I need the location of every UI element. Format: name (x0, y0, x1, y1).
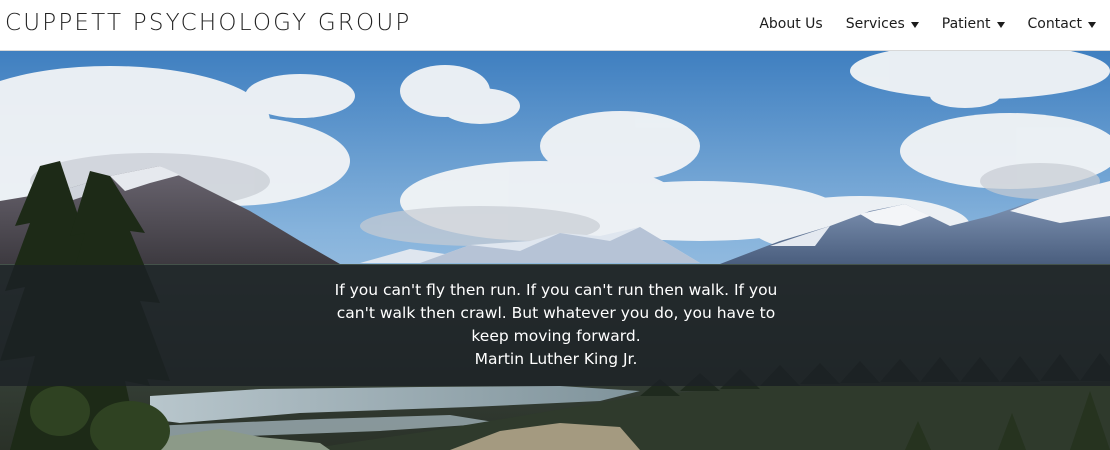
hero-banner: If you can't fly then run. If you can't … (0, 51, 1110, 450)
quote-text: If you can't fly then run. If you can't … (334, 281, 778, 345)
quote-overlay: If you can't fly then run. If you can't … (0, 265, 1110, 386)
site-brand-link[interactable]: CUPPETT PSYCHOLOGY GROUP (5, 10, 411, 36)
caret-down-icon (910, 21, 919, 28)
nav-item-patient[interactable]: Patient (942, 16, 1005, 32)
quote-block: If you can't fly then run. If you can't … (330, 279, 782, 371)
caret-down-icon (996, 21, 1005, 28)
mountain-landscape-image (0, 51, 1110, 450)
nav-item-label: Patient (941, 16, 991, 32)
main-nav: About Us Services Patient Contact (736, 16, 1096, 32)
nav-item-label: About Us (759, 16, 823, 32)
nav-item-services[interactable]: Services (846, 16, 919, 32)
quote-author: Martin Luther King Jr. (474, 350, 638, 368)
nav-item-contact[interactable]: Contact (1028, 16, 1096, 32)
nav-item-label: Services (845, 16, 905, 32)
nav-item-label: Contact (1027, 16, 1082, 32)
caret-down-icon (1088, 21, 1096, 28)
nav-item-about-us[interactable]: About Us (759, 16, 822, 32)
site-header: CUPPETT PSYCHOLOGY GROUP About Us Servic… (0, 0, 1110, 51)
